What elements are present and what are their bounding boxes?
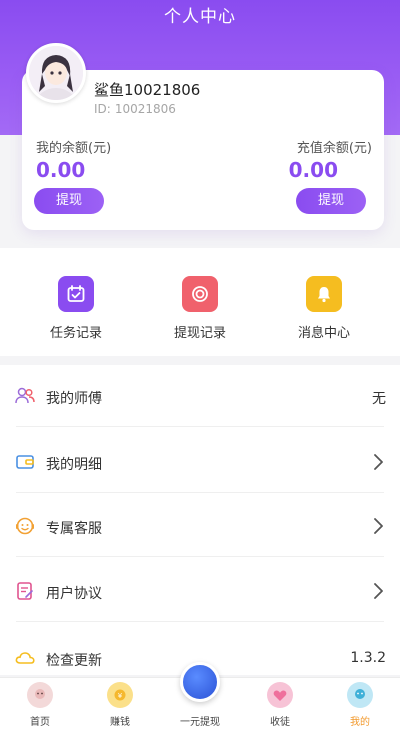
quick-item-label: 消息中心 [297, 326, 350, 341]
list-item-value: 无 [372, 391, 386, 407]
balance-value: 0.00 [36, 158, 86, 182]
profile-icon [347, 682, 373, 708]
quick-item-task-records[interactable]: 任务记录 [26, 276, 126, 341]
chevron-right-icon [374, 583, 383, 599]
earn-icon: ¥ [107, 682, 133, 708]
list-item-my-master[interactable]: 我的师傅 无 [0, 365, 400, 427]
nav-apprentice[interactable]: 收徒 [240, 682, 320, 728]
record-icon [182, 276, 218, 312]
apprentice-icon [267, 682, 293, 708]
list-item-label: 用户协议 [46, 586, 102, 602]
withdraw-button[interactable]: 提现 [34, 188, 104, 214]
divider [16, 492, 384, 493]
divider [16, 621, 384, 622]
chevron-right-icon [374, 518, 383, 534]
svg-text:¥: ¥ [118, 692, 123, 700]
nav-label: 赚钱 [110, 717, 130, 728]
user-id: ID: 10021806 [94, 102, 180, 116]
bell-icon [306, 276, 342, 312]
list-item-label: 我的师傅 [46, 391, 102, 407]
quick-item-withdraw-records[interactable]: 提现记录 [150, 276, 250, 341]
list-item-my-details[interactable]: 我的明细 [0, 431, 400, 493]
nav-label: 一元提现 [180, 717, 220, 728]
recharge-withdraw-button[interactable]: 提现 [296, 188, 366, 214]
list-item-label: 我的明细 [46, 457, 102, 473]
list-item-user-agreement[interactable]: 用户协议 [0, 560, 400, 622]
wallet-icon [14, 451, 36, 473]
users-icon [14, 385, 36, 407]
nav-mine[interactable]: 我的 [320, 682, 400, 728]
user-id-value: 10021806 [114, 102, 176, 116]
divider [16, 426, 384, 427]
quick-item-message-center[interactable]: 消息中心 [274, 276, 374, 341]
recharge-balance-value: 0.00 [288, 158, 338, 182]
chevron-right-icon [374, 454, 383, 470]
service-icon [14, 515, 36, 537]
page-title: 个人中心 [164, 7, 236, 27]
list-item-label: 专属客服 [46, 521, 102, 537]
user-name: 鲨鱼10021806 [94, 81, 201, 99]
bottom-navigation: 首页 ¥ 赚钱 一元提现 收徒 我的 [0, 662, 400, 730]
user-id-label: ID: [94, 102, 111, 116]
nav-home[interactable]: 首页 [0, 682, 80, 728]
nav-label: 首页 [30, 717, 50, 728]
nav-label: 收徒 [270, 717, 290, 728]
version-text: 1.3.2 [350, 650, 386, 666]
home-icon [27, 682, 53, 708]
balance-label: 我的余额(元) [36, 141, 112, 156]
document-icon [14, 580, 36, 602]
quick-menu: 任务记录 提现记录 消息中心 [0, 248, 400, 356]
cloud-icon [14, 647, 36, 669]
avatar[interactable] [26, 43, 86, 103]
list-item-label: 检查更新 [46, 653, 102, 669]
recharge-balance-label: 充值余额(元) [296, 141, 372, 156]
calendar-icon [58, 276, 94, 312]
nav-earn[interactable]: ¥ 赚钱 [80, 682, 160, 728]
list-item-customer-service[interactable]: 专属客服 [0, 495, 400, 557]
quick-item-label: 任务记录 [49, 326, 102, 341]
divider [16, 556, 384, 557]
quick-item-label: 提现记录 [173, 326, 226, 341]
nav-label: 我的 [350, 717, 370, 728]
cash-bubble-icon[interactable] [180, 662, 220, 702]
settings-list: 我的师傅 无 我的明细 专属客服 用户协议 检查更新 1.3.2 [0, 365, 400, 675]
